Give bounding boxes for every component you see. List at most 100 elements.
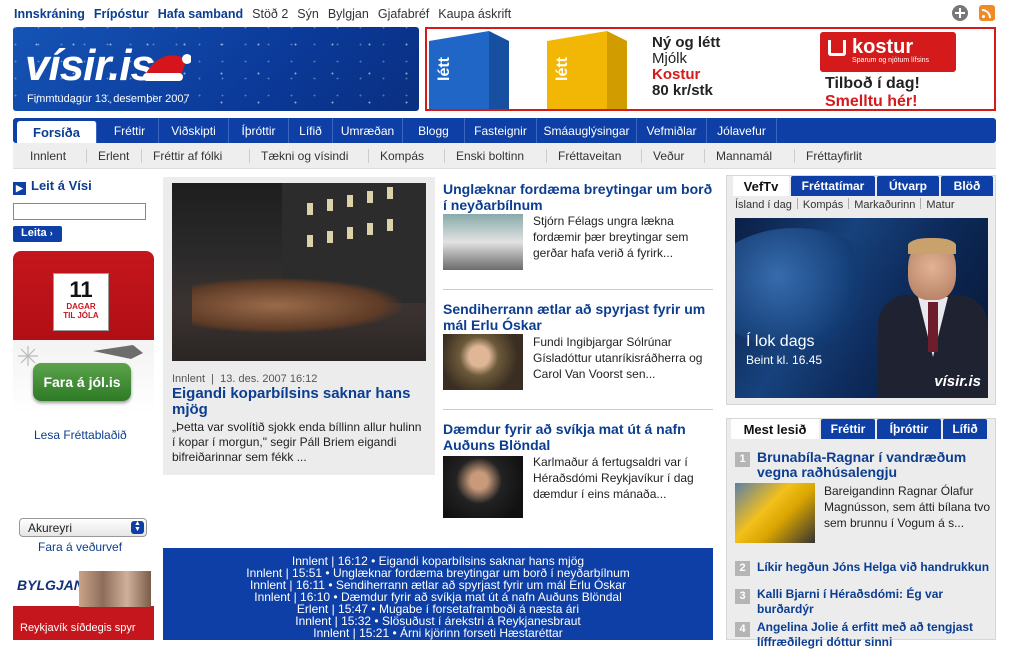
story-title[interactable]: Unglæknar fordæma breytingar um borð í n… bbox=[443, 181, 713, 213]
subnav-item[interactable]: Tækni og vísindi bbox=[261, 149, 348, 163]
top-link[interactable]: Kaupa áskrift bbox=[438, 7, 511, 21]
divider bbox=[704, 149, 705, 163]
nav-item[interactable]: Lífið bbox=[289, 118, 333, 143]
rank-number: 2 bbox=[735, 561, 750, 576]
nav-item[interactable]: Umræðan bbox=[333, 118, 403, 143]
weather-location-select[interactable]: Akureyri ▲ ▼ bbox=[19, 518, 147, 537]
top-link[interactable]: Innskráning bbox=[14, 7, 85, 21]
fara-a-jol-button[interactable]: Fara á jól.is bbox=[33, 363, 131, 401]
svg-text:létt: létt bbox=[436, 56, 453, 81]
story-photo[interactable] bbox=[443, 334, 523, 390]
santa-hat-icon bbox=[143, 54, 191, 81]
veftv-tab[interactable]: Útvarp bbox=[877, 176, 939, 196]
search-input[interactable] bbox=[13, 203, 146, 220]
top-link[interactable]: Sýn bbox=[297, 7, 319, 21]
veftv-video[interactable]: Í lok dags Beint kl. 16.45 vísir.is bbox=[735, 218, 988, 398]
veftv-subnav-item[interactable]: Ísland í dag bbox=[735, 199, 792, 211]
nav-item[interactable]: Smáauglýsingar bbox=[537, 118, 637, 143]
story-photo[interactable] bbox=[735, 483, 815, 543]
veftv-tab[interactable]: Fréttatímar bbox=[791, 176, 875, 196]
christmas-countdown: 11 DAGAR TIL JÓLA bbox=[53, 273, 109, 331]
feature-category: Innlent bbox=[172, 373, 206, 385]
jol-promo[interactable]: 11 DAGAR TIL JÓLA Fara á jól.is bbox=[13, 251, 154, 413]
top-icons bbox=[944, 5, 995, 21]
top-link[interactable]: Stöð 2 bbox=[252, 7, 288, 21]
most-read-title[interactable]: Brunabíla-Ragnar í vandræðum vegna raðhú… bbox=[757, 450, 993, 480]
rank-number: 3 bbox=[735, 589, 750, 604]
top-link[interactable]: Gjafabréf bbox=[378, 7, 429, 21]
ad-line4: 80 kr/stk bbox=[652, 82, 713, 99]
subnav-item[interactable]: Enski boltinn bbox=[456, 149, 524, 163]
feature-story[interactable]: Innlent | 13. des. 2007 16:12 Eigandi ko… bbox=[163, 177, 435, 475]
rank-number: 4 bbox=[735, 622, 750, 637]
most-read-title[interactable]: Angelina Jolie á erfitt með að tengjast … bbox=[757, 620, 993, 650]
subnav-item[interactable]: Innlent bbox=[30, 149, 66, 163]
nav-item[interactable]: Forsíða bbox=[17, 121, 97, 143]
bylgjan-ad[interactable]: BYLGJAN989 Reykjavík síðdegis spyr bbox=[13, 565, 154, 640]
most-read-title[interactable]: Líkir hegðun Jóns Helga við handrukkun bbox=[757, 560, 993, 575]
divider bbox=[848, 198, 850, 209]
kostur-logo: kostur Sparum og njótum lífsins bbox=[820, 32, 956, 72]
story-photo[interactable] bbox=[443, 456, 523, 518]
milk-carton-blue: létt bbox=[429, 31, 509, 109]
countdown-days: 11 bbox=[69, 277, 93, 302]
subnav-item[interactable]: Fréttir af fólki bbox=[153, 149, 222, 163]
most-read-title[interactable]: Kalli Bjarni í Héraðsdómi: Ég var burðar… bbox=[757, 587, 993, 617]
divider bbox=[794, 149, 795, 163]
site-logo-banner[interactable]: vísir.is Fimmtudagur 13. desember 2007 bbox=[13, 27, 419, 111]
most-read-tab[interactable]: Fréttir bbox=[821, 419, 875, 439]
most-read-box: Mest lesið Fréttir Íþróttir Lífið 1 Brunabí… bbox=[726, 418, 996, 649]
plus-circle-icon[interactable] bbox=[951, 5, 968, 21]
nav-item[interactable]: Íþróttir bbox=[229, 118, 289, 143]
nav-item[interactable]: Viðskipti bbox=[159, 118, 229, 143]
weather-link[interactable]: Fara á veðurvef bbox=[38, 540, 122, 554]
search-button[interactable]: Leita › bbox=[13, 226, 62, 242]
veftv-tab[interactable]: Blöð bbox=[941, 176, 993, 196]
top-link[interactable]: Bylgjan bbox=[328, 7, 369, 21]
most-read-tab[interactable]: Íþróttir bbox=[877, 419, 941, 439]
subnav-item[interactable]: Fréttayfirlit bbox=[806, 149, 862, 163]
ticker-item[interactable]: Innlent | 15:21 • Árni kjörinn forseti H… bbox=[163, 627, 713, 639]
subnav-item[interactable]: Kompás bbox=[380, 149, 424, 163]
subnav-item[interactable]: Veður bbox=[653, 149, 684, 163]
story-title[interactable]: Sendiherrann ætlar að spyrjast fyrir um … bbox=[443, 301, 713, 333]
subnav-item[interactable]: Erlent bbox=[98, 149, 129, 163]
current-date: Fimmtudagur 13. desember 2007 bbox=[27, 93, 190, 105]
search-title: ▶ Leit á Vísi bbox=[13, 178, 92, 195]
nav-item[interactable]: Blogg bbox=[403, 118, 465, 143]
veftv-tab[interactable]: VefTv bbox=[733, 176, 789, 196]
story-title[interactable]: Dæmdur fyrir að svíkja mat út á nafn Auð… bbox=[443, 421, 713, 453]
story-item[interactable]: Unglæknar fordæma breytingar um borð í n… bbox=[443, 181, 713, 270]
most-read-tab[interactable]: Mest lesið bbox=[731, 419, 819, 439]
feature-title[interactable]: Eigandi koparbílsins saknar hans mjög bbox=[172, 386, 422, 418]
divider bbox=[368, 149, 369, 163]
story-text: Karlmaður á fertugsaldri var í Héraðsdóm… bbox=[533, 455, 694, 501]
frettabladid-link[interactable]: Lesa Fréttablaðið bbox=[34, 428, 127, 442]
nav-item[interactable]: Vefmiðlar bbox=[637, 118, 707, 143]
divider bbox=[443, 289, 713, 290]
main-navigation: Forsíða Fréttir Viðskipti Íþróttir Lífið Umræ… bbox=[13, 118, 996, 143]
subnav-item[interactable]: Fréttaveitan bbox=[558, 149, 621, 163]
story-photo[interactable] bbox=[443, 214, 523, 270]
nav-item[interactable]: Fasteignir bbox=[465, 118, 537, 143]
ad-line2: Mjólk bbox=[652, 50, 688, 67]
rank-number: 1 bbox=[735, 452, 750, 467]
story-item[interactable]: Sendiherrann ætlar að spyrjast fyrir um … bbox=[443, 301, 713, 391]
select-arrows-icon: ▲ ▼ bbox=[131, 520, 144, 534]
story-item[interactable]: Dæmdur fyrir að svíkja mat út á nafn Auð… bbox=[443, 421, 713, 521]
hosts-photo bbox=[79, 571, 151, 607]
nav-item[interactable]: Jólavefur bbox=[707, 118, 777, 143]
veftv-subnav-item[interactable]: Kompás bbox=[803, 199, 843, 211]
veftv-subnav-item[interactable]: Matur bbox=[926, 199, 954, 211]
top-link[interactable]: Hafa samband bbox=[158, 7, 243, 21]
feature-photo[interactable] bbox=[172, 183, 426, 361]
subnav-item[interactable]: Mannamál bbox=[716, 149, 772, 163]
nav-item[interactable]: Fréttir bbox=[101, 118, 159, 143]
top-link[interactable]: Frípóstur bbox=[94, 7, 149, 21]
veftv-subnav-item[interactable]: Markaðurinn bbox=[854, 199, 915, 211]
rss-icon[interactable] bbox=[979, 5, 995, 21]
cart-icon bbox=[828, 40, 846, 56]
most-read-tab[interactable]: Lífið bbox=[943, 419, 987, 439]
ad-cta[interactable]: Tilboð í dag! Smelltu hér! bbox=[825, 75, 920, 109]
kostur-ad-banner[interactable]: létt létt Ný og létt Mjólk Kostur 80 kr/… bbox=[425, 27, 996, 111]
